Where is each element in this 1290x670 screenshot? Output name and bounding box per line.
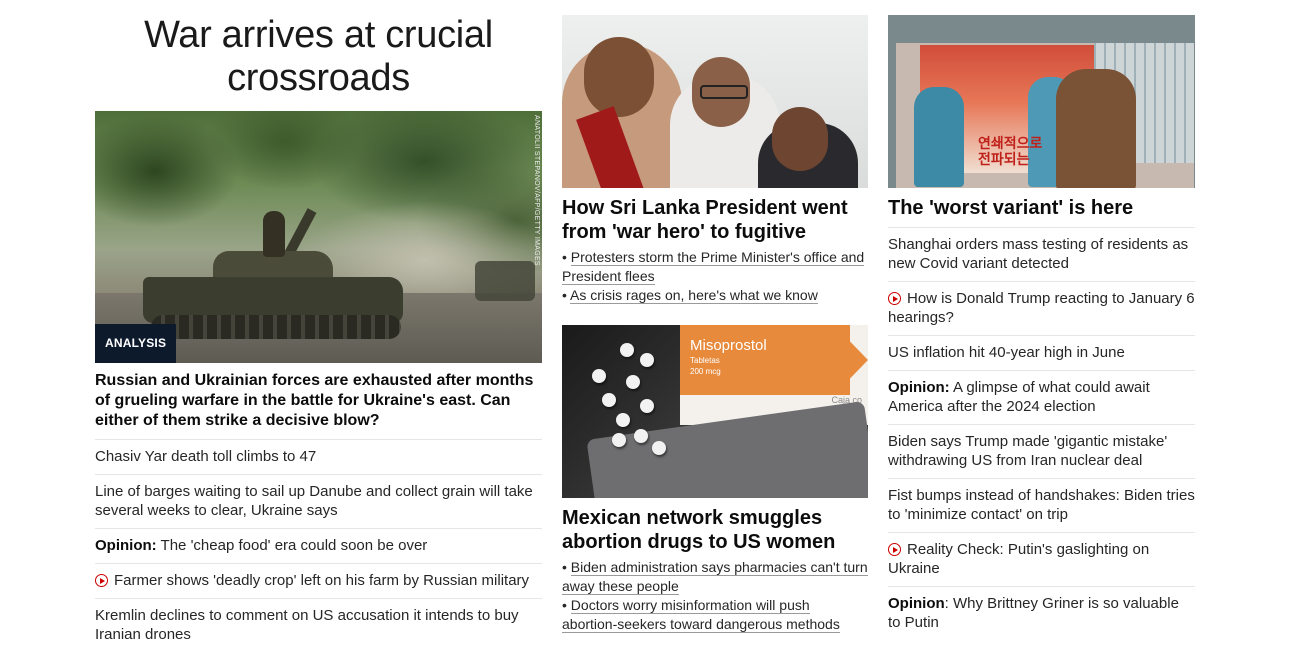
list-item[interactable]: Fist bumps instead of handshakes: Biden …	[888, 479, 1195, 533]
list-item[interactable]: Farmer shows 'deadly crop' left on his f…	[95, 564, 542, 599]
hero-second-tank	[475, 261, 535, 301]
list-item[interactable]: Shanghai orders mass testing of resident…	[888, 228, 1195, 282]
abortion-pills-image[interactable]: Misoprostol Tabletas 200 mcg Caja co	[562, 325, 868, 498]
lead-story-link[interactable]: Russian and Ukrainian forces are exhaust…	[95, 371, 542, 440]
list-item[interactable]: Chasiv Yar death toll climbs to 47	[95, 440, 542, 475]
covid-headline[interactable]: The 'worst variant' is here	[888, 196, 1195, 228]
hero-image-tank[interactable]: ANATOLII STEPANOV/AFP/GETTY IMAGES ANALY…	[95, 111, 542, 363]
video-play-icon	[95, 574, 108, 587]
bullet-link[interactable]: • As crisis rages on, here's what we kno…	[562, 286, 868, 305]
list-item[interactable]: Opinion: Why Brittney Griner is so valua…	[888, 587, 1195, 640]
list-item[interactable]: Reality Check: Putin's gaslighting on Uk…	[888, 533, 1195, 587]
list-item[interactable]: Opinion: A glimpse of what could await A…	[888, 371, 1195, 425]
analysis-badge: ANALYSIS	[95, 324, 177, 363]
list-item[interactable]: Kremlin declines to comment on US accusa…	[95, 599, 542, 652]
bullet-link[interactable]: • Protesters storm the Prime Minister's …	[562, 248, 868, 286]
pill-box-brand: Misoprostol Tabletas 200 mcg	[690, 337, 767, 376]
related-stories-list: Chasiv Yar death toll climbs to 47 Line …	[95, 440, 542, 652]
list-item[interactable]: US inflation hit 40-year high in June	[888, 336, 1195, 371]
bullet-link[interactable]: • Doctors worry misinformation will push…	[562, 596, 868, 634]
list-item[interactable]: Biden says Trump made 'gigantic mistake'…	[888, 425, 1195, 479]
abortion-headline[interactable]: Mexican network smuggles abortion drugs …	[562, 506, 868, 554]
image-credit: ANATOLII STEPANOV/AFP/GETTY IMAGES	[533, 115, 540, 266]
hero-tank	[143, 208, 408, 343]
srilanka-bullets: • Protesters storm the Prime Minister's …	[562, 248, 868, 305]
right-stories-list: Shanghai orders mass testing of resident…	[888, 228, 1195, 640]
list-item[interactable]: Opinion: The 'cheap food' era could soon…	[95, 529, 542, 564]
top-story-column: War arrives at crucial crossroads ANATOL…	[95, 14, 542, 652]
covid-image[interactable]: 연쇄적으로 전파되는	[888, 15, 1195, 188]
covid-poster-text: 연쇄적으로 전파되는	[978, 135, 1043, 167]
opinion-label: Opinion:	[95, 537, 157, 554]
bullet-link[interactable]: • Biden administration says pharmacies c…	[562, 558, 868, 596]
opinion-label: Opinion:	[888, 379, 950, 396]
video-play-icon	[888, 543, 901, 556]
list-item[interactable]: How is Donald Trump reacting to January …	[888, 282, 1195, 336]
main-headline[interactable]: War arrives at crucial crossroads	[95, 14, 542, 100]
srilanka-image[interactable]	[562, 15, 868, 188]
abortion-bullets: • Biden administration says pharmacies c…	[562, 558, 868, 634]
list-item[interactable]: Line of barges waiting to sail up Danube…	[95, 475, 542, 529]
video-play-icon	[888, 292, 901, 305]
middle-column: How Sri Lanka President went from 'war h…	[562, 15, 868, 634]
opinion-label: Opinion	[888, 595, 945, 612]
right-column: 연쇄적으로 전파되는 The 'worst variant' is here S…	[888, 15, 1195, 640]
srilanka-headline[interactable]: How Sri Lanka President went from 'war h…	[562, 196, 868, 244]
hero-soldier	[263, 211, 285, 257]
